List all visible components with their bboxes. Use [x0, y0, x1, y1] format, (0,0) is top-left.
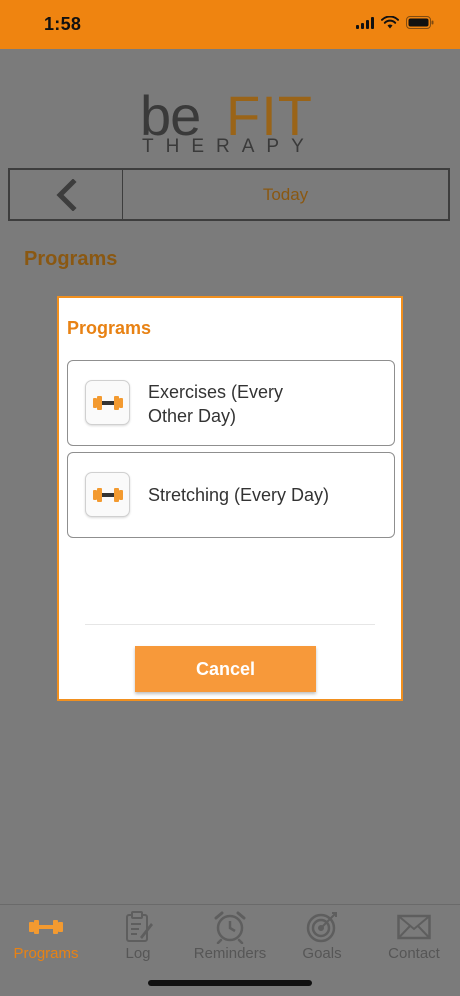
tab-label: Programs	[13, 945, 79, 962]
envelope-icon	[397, 911, 431, 943]
cancel-button[interactable]: Cancel	[135, 646, 316, 692]
tab-label: Log	[125, 945, 151, 962]
programs-modal: Programs Exercises (Every Other Day) Str…	[57, 296, 403, 701]
wifi-icon	[381, 16, 399, 29]
logo-therapy-text: THERAPY	[142, 136, 316, 157]
tab-contact[interactable]: Contact	[368, 911, 460, 963]
dumbbell-icon	[85, 472, 130, 517]
tab-label: Contact	[388, 945, 440, 962]
program-item-stretching[interactable]: Stretching (Every Day)	[67, 452, 395, 538]
program-item-exercises[interactable]: Exercises (Every Other Day)	[67, 360, 395, 446]
back-button[interactable]	[10, 170, 123, 219]
battery-icon	[406, 16, 434, 29]
cellular-signal-icon	[356, 16, 374, 29]
tab-programs[interactable]: Programs	[0, 911, 92, 963]
befit-therapy-logo: be FIT THERAPY	[140, 88, 320, 160]
modal-title: Programs	[67, 318, 152, 338]
program-item-label: Exercises (Every Other Day)	[148, 382, 284, 426]
clipboard-icon	[122, 911, 154, 943]
tab-log[interactable]: Log	[92, 911, 184, 963]
nav-title: Today	[262, 184, 309, 204]
tab-label: Goals	[302, 945, 342, 962]
target-icon	[305, 911, 339, 943]
program-item-label: Stretching (Every Day)	[148, 485, 330, 505]
dumbbell-icon	[85, 380, 130, 425]
status-bar: 1:58	[0, 0, 460, 49]
date-navigation-bar: Today	[8, 168, 450, 221]
alarm-clock-icon	[213, 911, 247, 944]
dumbbell-icon	[28, 911, 64, 943]
modal-divider	[85, 624, 375, 625]
chevron-left-icon	[56, 178, 77, 211]
status-time: 1:58	[44, 14, 82, 34]
tab-label: Reminders	[193, 945, 267, 962]
home-indicator[interactable]	[148, 980, 312, 986]
status-icons	[356, 16, 434, 29]
page-section-title: Programs	[24, 248, 118, 270]
tab-goals[interactable]: Goals	[276, 911, 368, 963]
tab-reminders[interactable]: Reminders	[184, 911, 276, 963]
